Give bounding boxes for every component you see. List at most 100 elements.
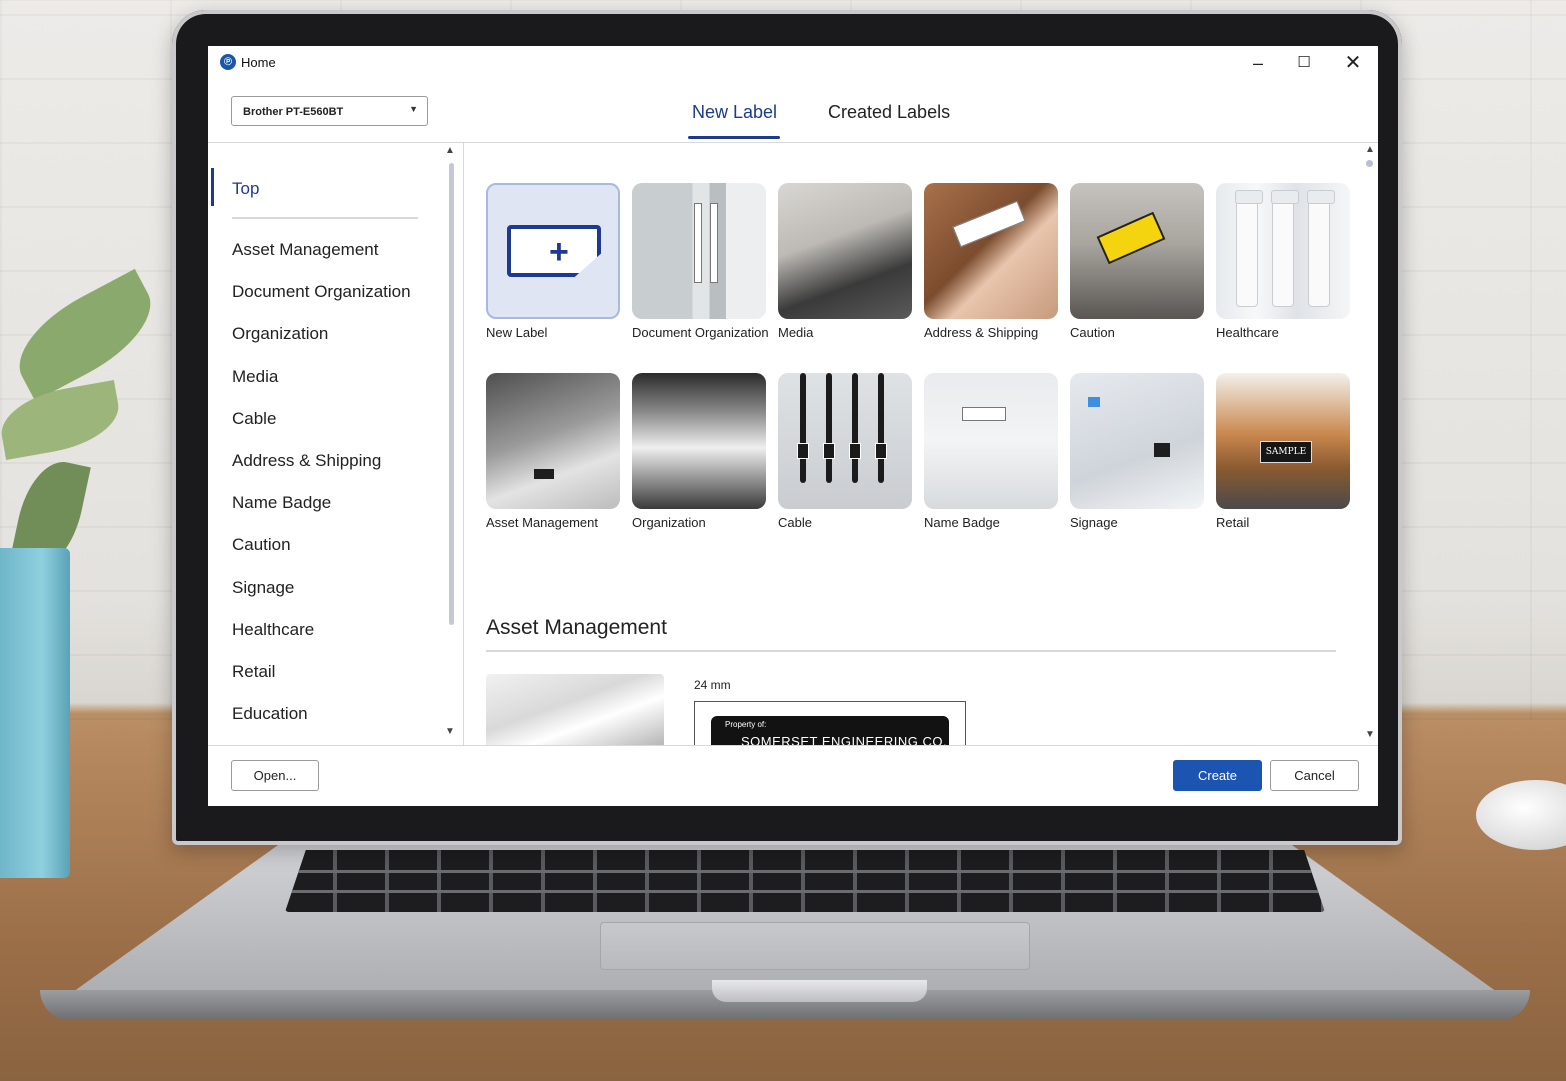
cable <box>852 373 858 483</box>
printer-select[interactable]: Brother PT-E560BT ▼ <box>231 96 428 126</box>
laptop-notch <box>712 980 927 1002</box>
sidebar-item-signage[interactable]: Signage <box>232 577 411 619</box>
sidebar-item-cable[interactable]: Cable <box>232 408 411 450</box>
sidebar-item-media[interactable]: Media <box>232 366 411 408</box>
active-tab-indicator <box>688 136 780 139</box>
sidebar-item-top[interactable]: Top <box>232 179 259 199</box>
title-bar: ℗ Home – ☐ ✕ <box>208 46 1378 80</box>
sidebar-item-caution[interactable]: Caution <box>232 534 411 576</box>
cable-tag <box>875 443 887 459</box>
shirt-photo <box>924 373 1058 509</box>
sidebar-item-education[interactable]: Education <box>232 703 411 745</box>
signage-photo <box>1070 373 1204 509</box>
cable <box>826 373 832 483</box>
drawers-photo <box>632 373 766 509</box>
sidebar-item-healthcare[interactable]: Healthcare <box>232 619 411 661</box>
sidebar-scrollbar-thumb[interactable] <box>449 163 454 625</box>
sidebar-item-organization[interactable]: Organization <box>232 323 411 365</box>
test-tube <box>1307 190 1335 307</box>
card-thumbnail <box>632 373 766 509</box>
category-card-media[interactable]: Media <box>778 183 912 340</box>
app-icon: ℗ <box>220 54 236 70</box>
tab-created-labels[interactable]: Created Labels <box>828 102 950 123</box>
retail-sample-tag: SAMPLE <box>1260 441 1312 463</box>
category-card-address-shipping[interactable]: Address & Shipping <box>924 183 1058 340</box>
card-thumbnail <box>486 373 620 509</box>
cable-tag <box>849 443 861 459</box>
card-label: Media <box>778 325 814 340</box>
main-scroll-up-icon[interactable]: ▲ <box>1365 144 1375 155</box>
sidebar-item-document-organization[interactable]: Document Organization <box>232 281 411 323</box>
category-card-retail[interactable]: SAMPLE Retail <box>1216 373 1350 530</box>
sidebar-divider <box>232 217 418 219</box>
card-thumbnail: SAMPLE <box>1216 373 1350 509</box>
tab-new-label[interactable]: New Label <box>692 102 777 123</box>
sidebar-scroll-up-icon[interactable]: ▲ <box>445 145 455 156</box>
sign-tag <box>1088 397 1100 407</box>
sidebar-item-retail[interactable]: Retail <box>232 661 411 703</box>
cancel-button[interactable]: Cancel <box>1270 760 1359 791</box>
spine-label <box>710 203 718 283</box>
card-label: New Label <box>486 325 548 340</box>
category-card-new-label[interactable]: + New Label <box>486 183 620 340</box>
label-tape: Property of: SOMERSET ENGINEERING CO. <box>711 716 949 745</box>
main-scroll-down-icon[interactable]: ▼ <box>1365 729 1375 740</box>
test-tube <box>1271 190 1299 307</box>
card-thumbnail <box>1070 183 1204 319</box>
card-label: Address & Shipping <box>924 325 1039 340</box>
category-card-name-badge[interactable]: Name Badge <box>924 373 1058 530</box>
create-button[interactable]: Create <box>1173 760 1262 791</box>
sidebar-item-address-shipping[interactable]: Address & Shipping <box>232 450 411 492</box>
card-thumbnail <box>924 183 1058 319</box>
shipping-photo <box>924 183 1058 319</box>
sign-tag <box>1154 443 1170 457</box>
category-card-asset-management[interactable]: Asset Management <box>486 373 620 530</box>
active-item-indicator <box>211 168 214 206</box>
card-thumbnail <box>632 183 766 319</box>
card-label: Healthcare <box>1216 325 1279 340</box>
template-photo[interactable] <box>486 674 664 745</box>
sidebar-item-name-badge[interactable]: Name Badge <box>232 492 411 534</box>
category-card-document-organization[interactable]: Document Organization <box>632 183 769 340</box>
category-grid: + New Label Document Organization Media <box>465 143 1378 745</box>
maximize-button[interactable]: ☐ <box>1284 50 1324 76</box>
close-button[interactable]: ✕ <box>1333 50 1373 76</box>
window-title: Home <box>241 55 276 70</box>
card-label: Caution <box>1070 325 1115 340</box>
discs-photo <box>778 183 912 319</box>
category-card-organization[interactable]: Organization <box>632 373 766 530</box>
section-divider <box>486 650 1336 652</box>
equipment-photo <box>486 373 620 509</box>
card-label: Cable <box>778 515 812 530</box>
card-thumbnail: + <box>486 183 620 319</box>
label-small-text: Property of: <box>725 720 767 729</box>
name-badge <box>962 407 1006 421</box>
section-title: Asset Management <box>486 616 667 639</box>
cables-photo <box>778 373 912 509</box>
card-thumbnail <box>778 183 912 319</box>
label-main-text: SOMERSET ENGINEERING CO. <box>741 734 948 745</box>
test-tube <box>1235 190 1263 307</box>
laptop-trackpad <box>600 922 1030 970</box>
chevron-down-icon: ▼ <box>409 104 418 114</box>
category-card-caution[interactable]: Caution <box>1070 183 1204 340</box>
category-card-cable[interactable]: Cable <box>778 373 912 530</box>
card-thumbnail <box>1216 183 1350 319</box>
printer-select-value: Brother PT-E560BT <box>243 106 344 118</box>
card-thumbnail <box>1070 373 1204 509</box>
minimize-button[interactable]: – <box>1238 50 1278 76</box>
card-label: Document Organization <box>632 325 769 340</box>
sidebar-item-asset-management[interactable]: Asset Management <box>232 239 411 281</box>
sidebar-scroll-down-icon[interactable]: ▼ <box>445 726 455 737</box>
main-scrollbar-thumb[interactable] <box>1366 160 1373 167</box>
new-label-icon: + <box>507 225 601 277</box>
card-label: Retail <box>1216 515 1250 530</box>
category-card-signage[interactable]: Signage <box>1070 373 1204 530</box>
template-label-preview[interactable]: Property of: SOMERSET ENGINEERING CO. <box>694 701 966 745</box>
category-card-healthcare[interactable]: Healthcare <box>1216 183 1350 340</box>
cable <box>800 373 806 483</box>
sidebar-list: Asset Management Document Organization O… <box>232 239 411 745</box>
card-thumbnail <box>778 373 912 509</box>
open-button[interactable]: Open... <box>231 760 319 791</box>
footer-divider <box>208 745 1378 746</box>
